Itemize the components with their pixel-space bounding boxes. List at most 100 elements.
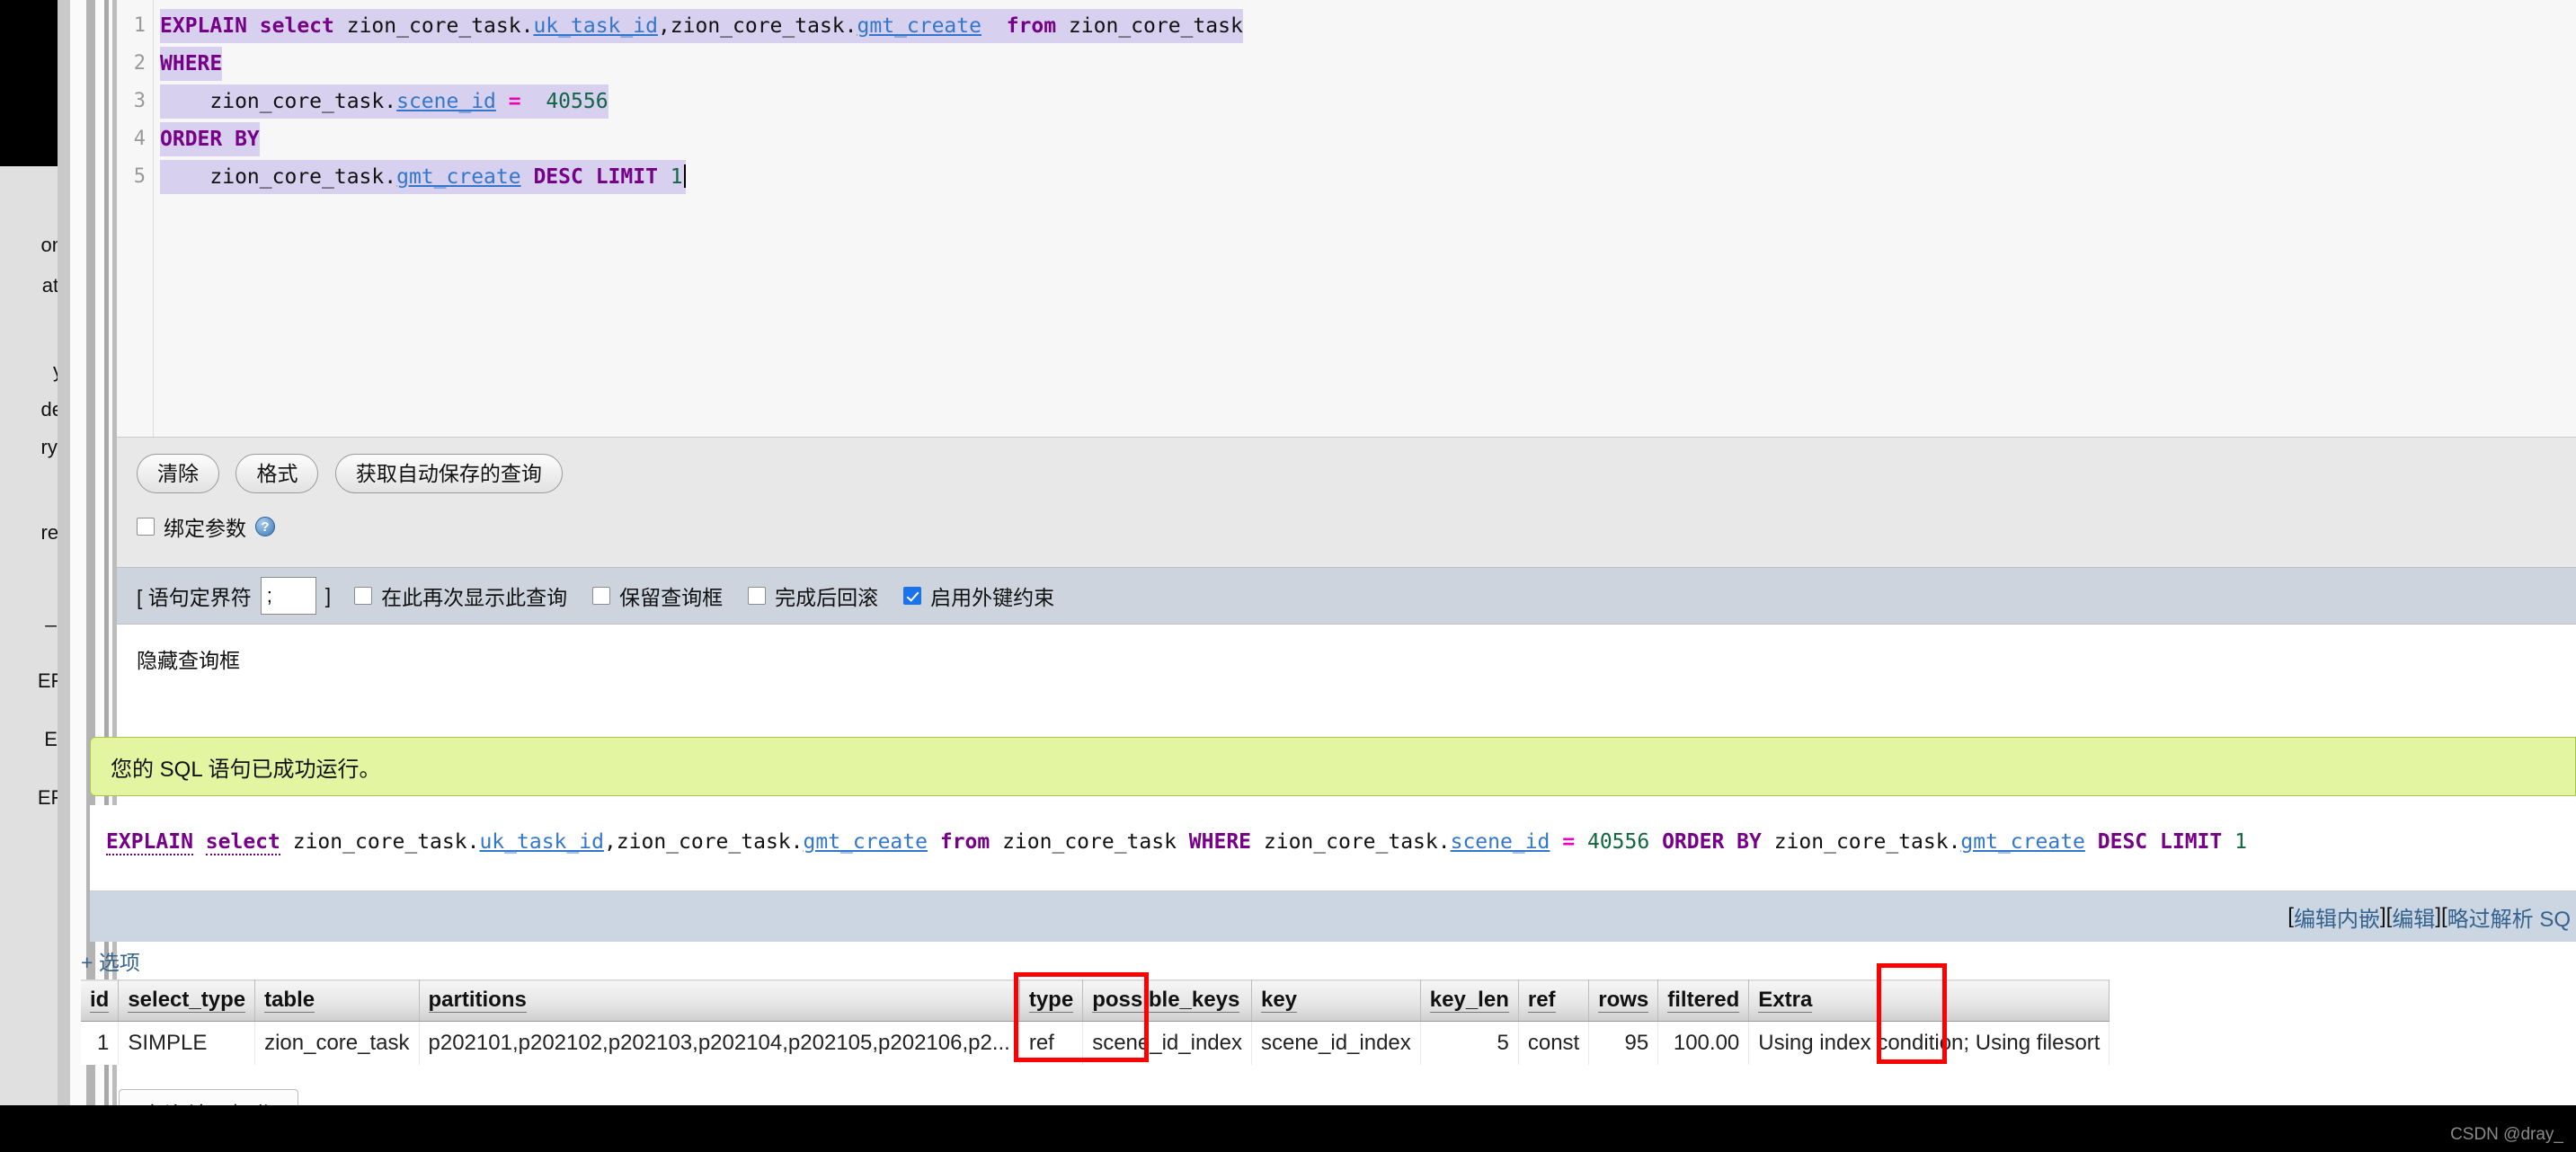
sql-token-kw: ORDER BY bbox=[1662, 830, 1762, 854]
sql-token-num: 40556 bbox=[1586, 830, 1650, 854]
column-header-label[interactable]: possible_keys bbox=[1092, 987, 1240, 1013]
delimiter-option[interactable]: 完成后回滚 bbox=[748, 580, 878, 611]
column-header-label[interactable]: filtered bbox=[1667, 987, 1740, 1013]
editor-line[interactable]: zion_core_task.scene_id = 40556 bbox=[160, 84, 608, 119]
cell-ref: const bbox=[1518, 1021, 1590, 1065]
sql-token-id bbox=[1550, 830, 1562, 854]
code-token-kw: from bbox=[1006, 14, 1057, 38]
code-token-id bbox=[521, 90, 546, 113]
success-banner: 您的 SQL 语句已成功运行。 bbox=[90, 737, 2576, 796]
column-header-label[interactable]: Extra bbox=[1758, 987, 1813, 1013]
column-header-label[interactable]: key_len bbox=[1429, 987, 1509, 1013]
sql-action-link[interactable]: 编辑 bbox=[2392, 901, 2435, 933]
sql-action-link[interactable]: 略过解析 SQ bbox=[2447, 901, 2571, 933]
cell-key_len: 5 bbox=[1420, 1021, 1519, 1065]
column-header-key[interactable]: key bbox=[1251, 979, 1421, 1022]
option-checkbox[interactable] bbox=[748, 587, 767, 605]
link-bracket: [ bbox=[2385, 904, 2393, 928]
editor-line-number-gutter: 1 2 3 4 5 bbox=[117, 0, 154, 437]
watermark: CSDN @dray_ bbox=[2450, 1125, 2563, 1144]
option-checkbox[interactable] bbox=[592, 587, 611, 605]
code-token-id bbox=[982, 14, 1007, 38]
editor-line[interactable]: ORDER BY bbox=[160, 122, 260, 156]
column-header-label[interactable]: key bbox=[1260, 987, 1298, 1013]
code-token-id: zion_core_task bbox=[1056, 14, 1243, 38]
sql-editor[interactable]: 12345 EXPLAIN select zion_core_task.uk_t… bbox=[117, 0, 2576, 437]
column-header-label[interactable]: select_type bbox=[128, 987, 246, 1013]
cell-select_type: SIMPLE bbox=[118, 1021, 256, 1065]
format-button[interactable]: 格式 bbox=[235, 454, 319, 493]
delimiter-option[interactable]: 启用外键约束 bbox=[903, 580, 1054, 611]
code-token-kw: select bbox=[259, 14, 334, 38]
delimiter-option[interactable]: 在此再次显示此查询 bbox=[354, 580, 567, 611]
clear-button[interactable]: 清除 bbox=[137, 454, 219, 493]
sql-token-kw: DESC LIMIT bbox=[2097, 830, 2223, 854]
cell-type: ref bbox=[1019, 1021, 1084, 1065]
code-token-col: uk_task_id bbox=[533, 14, 658, 38]
sql-token-col: gmt_create bbox=[1960, 830, 2085, 854]
column-header-table[interactable]: table bbox=[254, 979, 420, 1022]
code-token-id bbox=[496, 90, 509, 113]
column-header-partitions[interactable]: partitions bbox=[419, 979, 1020, 1022]
option-checkbox[interactable] bbox=[903, 587, 922, 605]
options-toggle[interactable]: + 选项 bbox=[81, 945, 140, 976]
help-icon[interactable]: ? bbox=[255, 517, 275, 536]
column-header-label[interactable]: type bbox=[1028, 987, 1074, 1013]
column-header-ref[interactable]: ref bbox=[1518, 979, 1590, 1022]
sidebar-clipped-text: y bbox=[0, 359, 58, 383]
column-header-key_len[interactable]: key_len bbox=[1420, 979, 1519, 1022]
column-header-select_type[interactable]: select_type bbox=[118, 979, 256, 1022]
code-token-op: = bbox=[508, 90, 521, 113]
option-checkbox[interactable] bbox=[354, 587, 373, 605]
get-autosaved-query-button[interactable]: 获取自动保存的查询 bbox=[334, 454, 563, 493]
left-sidebar-panel: on ati y de ry: rel _r EF EI EF bbox=[0, 166, 58, 1152]
editor-toolbar: 清除 格式 获取自动保存的查询 绑定参数 ? bbox=[117, 437, 2576, 567]
code-token-col: gmt_create bbox=[857, 14, 982, 38]
column-header-type[interactable]: type bbox=[1019, 979, 1084, 1022]
executed-sql-text: EXPLAIN select zion_core_task.uk_task_id… bbox=[106, 830, 2247, 855]
delimiter-row: [ 语句定界符 ] 在此再次显示此查询 保留查询框 完成后回滚 启用外键约束 bbox=[117, 567, 2576, 625]
column-header-label[interactable]: ref bbox=[1527, 987, 1556, 1013]
code-token-id bbox=[247, 14, 260, 38]
delimiter-input[interactable] bbox=[260, 577, 316, 615]
delimiter-option[interactable]: 保留查询框 bbox=[592, 580, 723, 611]
sql-token-col: uk_task_id bbox=[479, 830, 604, 854]
sql-action-link[interactable]: 编辑内嵌 bbox=[2294, 901, 2380, 933]
column-header-possible_keys[interactable]: possible_keys bbox=[1082, 979, 1252, 1022]
column-header-filtered[interactable]: filtered bbox=[1657, 979, 1750, 1022]
column-header-id[interactable]: id bbox=[81, 979, 120, 1022]
column-header-Extra[interactable]: Extra bbox=[1748, 979, 2110, 1022]
link-bracket: ] bbox=[2379, 904, 2386, 928]
sql-token-kwu: EXPLAIN bbox=[106, 830, 193, 855]
editor-button-row: 清除 格式 获取自动保存的查询 bbox=[137, 454, 575, 493]
code-token-id: zion_core_task. bbox=[333, 14, 534, 38]
hide-query-box-link[interactable]: 隐藏查询框 bbox=[137, 643, 240, 674]
column-header-label[interactable]: rows bbox=[1598, 987, 1649, 1013]
editor-line-number: 4 bbox=[133, 128, 146, 150]
sidebar-clipped-text: EF bbox=[37, 786, 58, 809]
code-token-id bbox=[521, 165, 534, 189]
editor-line[interactable]: zion_core_task.gmt_create DESC LIMIT 1 bbox=[160, 160, 686, 194]
left-sidebar-strip: on ati y de ry: rel _r EF EI EF bbox=[0, 0, 58, 1152]
cell-key: scene_id_index bbox=[1251, 1021, 1421, 1065]
column-header-label[interactable]: id bbox=[90, 987, 110, 1013]
sql-token-num: 1 bbox=[2234, 830, 2247, 854]
link-bracket: ] bbox=[2435, 904, 2441, 928]
editor-code-area[interactable]: EXPLAIN select zion_core_task.uk_task_id… bbox=[160, 0, 2569, 437]
editor-line[interactable]: EXPLAIN select zion_core_task.uk_task_id… bbox=[160, 9, 1243, 43]
editor-line[interactable]: WHERE bbox=[160, 47, 223, 81]
code-token-col: scene_id bbox=[396, 90, 496, 113]
table-row[interactable]: 1 SIMPLE zion_core_task p202101,p202102,p20… bbox=[81, 1021, 2110, 1065]
sql-token-id bbox=[2085, 830, 2098, 854]
option-label: 保留查询框 bbox=[619, 586, 724, 609]
column-header-rows[interactable]: rows bbox=[1588, 979, 1659, 1022]
column-header-label[interactable]: partitions bbox=[428, 987, 527, 1013]
sql-token-id: zion_core_task. bbox=[1251, 830, 1451, 854]
bind-parameters-checkbox[interactable] bbox=[137, 518, 155, 536]
delimiter-label: [ 语句定界符 bbox=[137, 586, 252, 609]
code-token-id: zion_core_task. bbox=[160, 165, 397, 189]
bind-parameters-label: 绑定参数 bbox=[164, 517, 246, 540]
sidebar-clipped-text: EI bbox=[44, 728, 58, 750]
column-header-label[interactable]: table bbox=[264, 987, 315, 1013]
cell-id: 1 bbox=[81, 1021, 120, 1065]
